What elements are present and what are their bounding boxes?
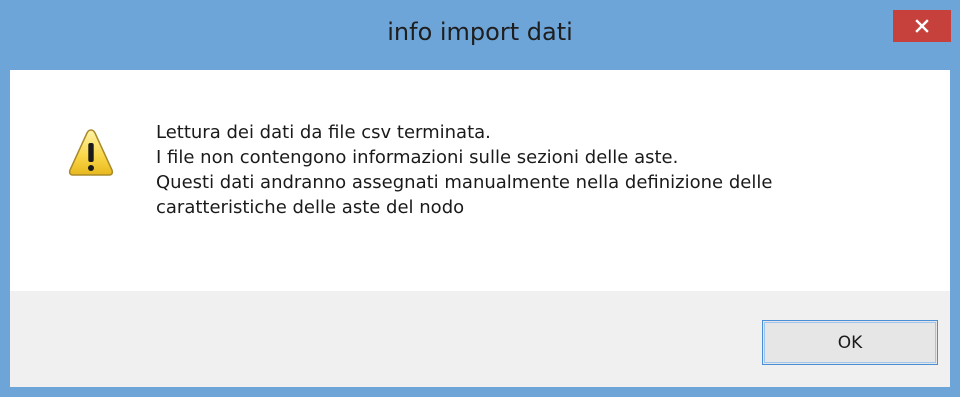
- dialog-message: Lettura dei dati da file csv terminata. …: [156, 120, 896, 220]
- window-title: info import dati: [387, 18, 573, 46]
- message-line: Questi dati andranno assegnati manualmen…: [156, 172, 773, 193]
- message-line: I file non contengono informazioni sulle…: [156, 147, 679, 168]
- window-frame-bottom: [0, 387, 960, 397]
- ok-button[interactable]: OK: [762, 320, 938, 365]
- warning-icon: [68, 129, 114, 176]
- title-bar[interactable]: info import dati: [0, 0, 960, 70]
- close-button[interactable]: [893, 10, 951, 42]
- dialog-window: info import dati Lettura dei dati da fil…: [0, 0, 960, 397]
- window-frame-left: [0, 70, 10, 397]
- ok-button-label: OK: [837, 332, 863, 353]
- message-line: Lettura dei dati da file csv terminata.: [156, 122, 491, 143]
- close-icon: [915, 19, 929, 33]
- message-line: caratteristiche delle aste del nodo: [156, 197, 465, 218]
- window-frame-right: [950, 70, 960, 397]
